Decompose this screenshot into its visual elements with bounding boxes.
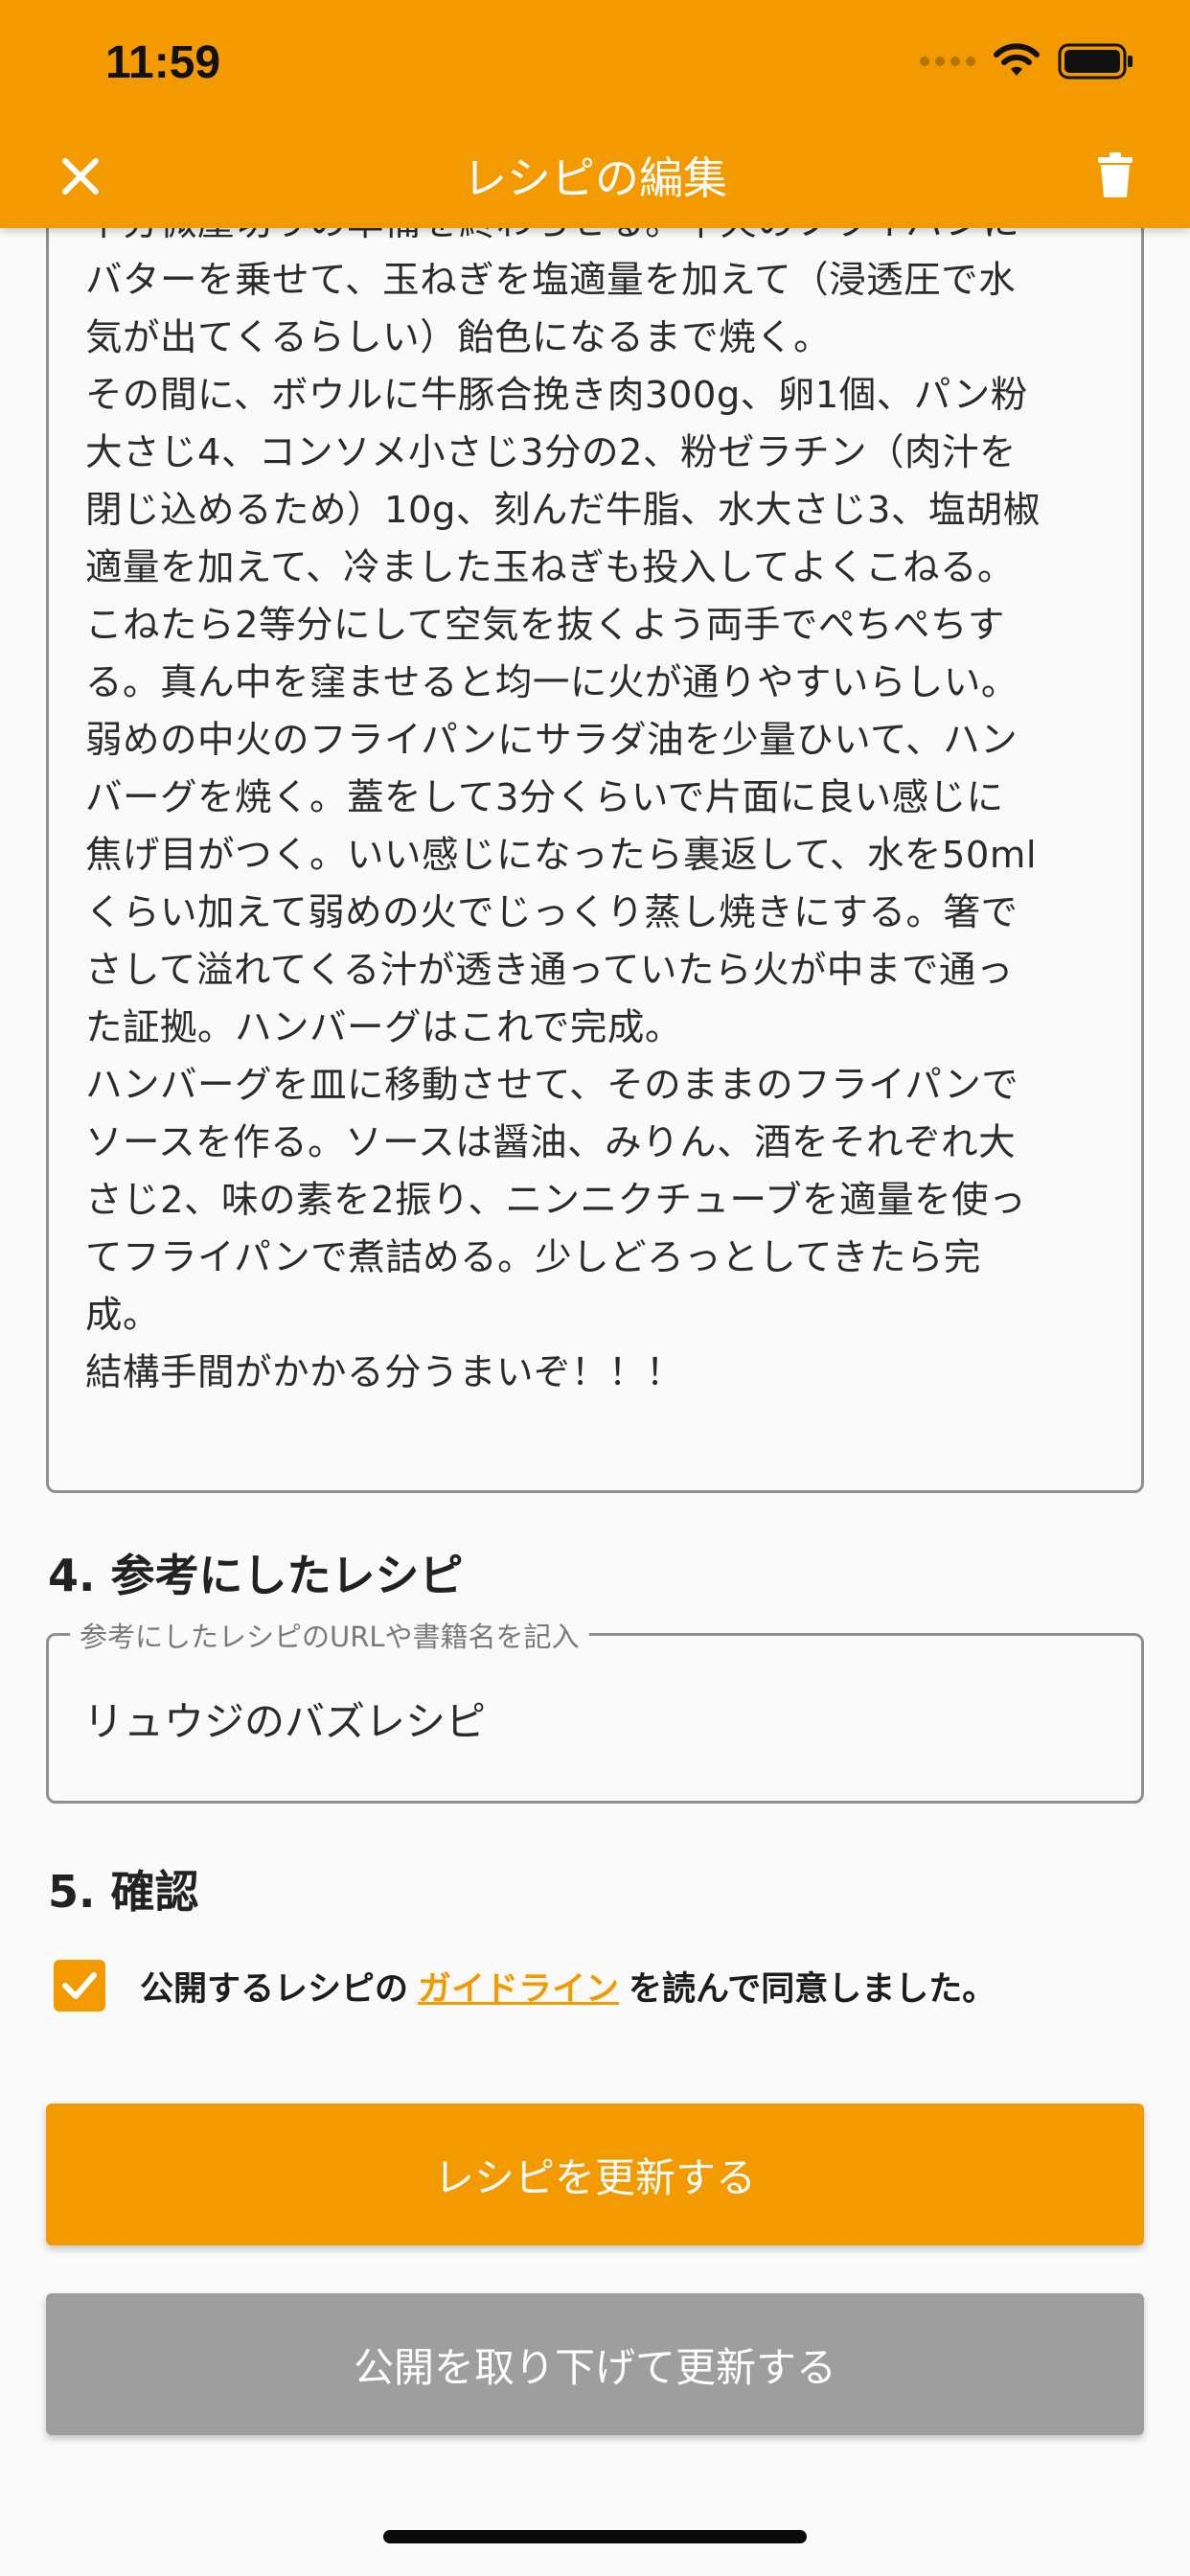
check-icon	[62, 1972, 97, 1999]
status-time: 11:59	[105, 37, 221, 88]
reference-field[interactable]: 参考にしたレシピのURLや書籍名を記入 リュウジのバズレシピ	[46, 1615, 1144, 1804]
agree-text-after: を読んで同意しました。	[629, 1969, 996, 2009]
reference-field-label: 参考にしたレシピのURLや書籍名を記入	[70, 1615, 589, 1655]
agree-text-before: 公開するレシピの	[140, 1969, 409, 2009]
trash-icon[interactable]	[1096, 151, 1134, 199]
status-icons	[920, 42, 1134, 80]
unpublish-update-button[interactable]: 公開を取り下げて更新する	[46, 2293, 1144, 2435]
agree-checkbox[interactable]	[54, 1960, 105, 2012]
update-recipe-button[interactable]: レシピを更新する	[46, 2104, 1144, 2245]
guideline-link[interactable]: ガイドライン	[418, 1962, 619, 2011]
battery-icon	[1058, 43, 1133, 80]
signal-icon	[920, 57, 975, 66]
reference-section-title: 4. 参考にしたレシピ	[48, 1550, 464, 1601]
reference-field-value: リュウジのバズレシピ	[83, 1698, 487, 1745]
confirm-section-title: 5. 確認	[48, 1866, 199, 1918]
app-header: 11:59 レシピの編集	[0, 0, 1190, 228]
wifi-icon	[994, 43, 1040, 76]
guideline-agree-row: 公開するレシピの ガイドライン を読んで同意しました。	[54, 1960, 995, 2012]
steps-textarea[interactable]: 半分微塵切りの準備を終わらせる。中火のフライパンに バターを乗せて、玉ねぎを塩適…	[46, 190, 1144, 1493]
steps-text: 半分微塵切りの準備を終わらせる。中火のフライパンに バターを乗せて、玉ねぎを塩適…	[85, 201, 1041, 1394]
home-indicator	[383, 2530, 807, 2543]
page-title: レシピの編集	[463, 152, 727, 204]
